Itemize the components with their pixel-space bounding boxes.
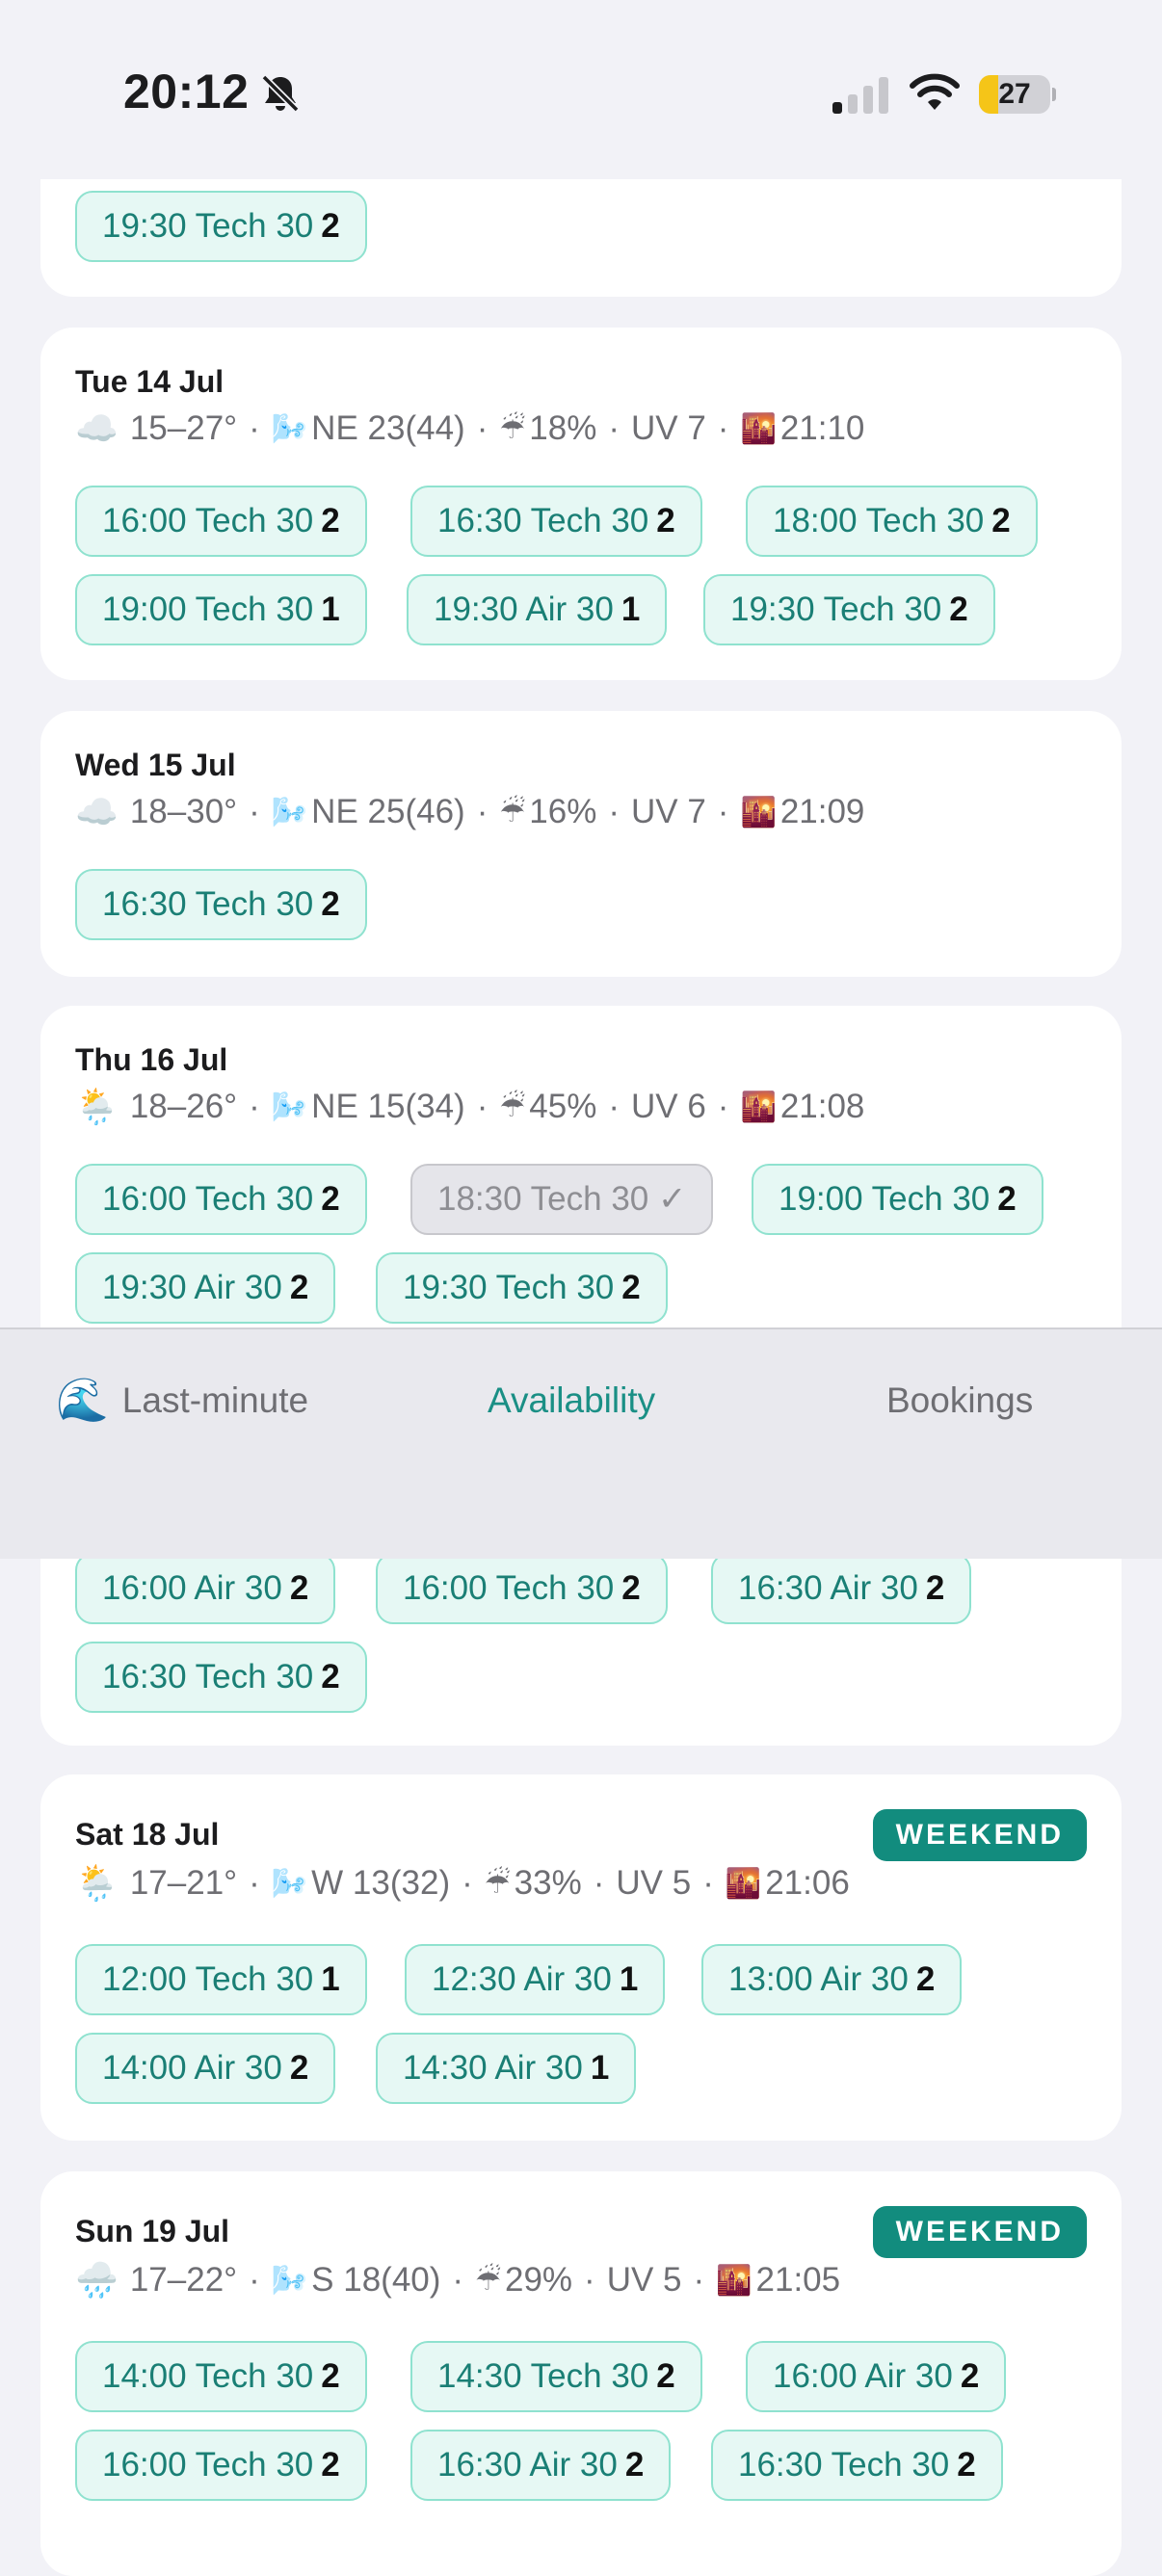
- tab-last-minute[interactable]: 🌊 Last-minute: [56, 1372, 308, 1430]
- weather-summary: 🌦️ 18–26° · 🌬️ NE 15(34) · ☔ 45% · UV 6 …: [75, 1087, 865, 1126]
- day-date: Wed 15 Jul: [75, 748, 236, 782]
- day-card: Tue 14 Jul ☁️ 15–27° · 🌬️ NE 23(44) · ☔ …: [40, 328, 1122, 680]
- tab-availability[interactable]: Availability: [488, 1372, 655, 1430]
- slot-chip[interactable]: 14:30 Tech 30 2: [410, 2341, 702, 2412]
- slot-chip[interactable]: 16:00 Air 30 2: [746, 2341, 1007, 2412]
- day-card: Sat 18 Jul WEEKEND 🌦️ 17–21° · 🌬️ W 13(3…: [40, 1774, 1122, 2141]
- slot-chip[interactable]: 19:30 Tech 30 2: [75, 191, 367, 262]
- slot-chip[interactable]: 16:00 Tech 30 2: [376, 1553, 668, 1624]
- slot-chip[interactable]: 12:00 Tech 30 1: [75, 1944, 367, 2015]
- sun-rain-cloud-icon: 🌦️: [75, 1087, 119, 1126]
- sunset-icon: 🌇: [740, 1091, 777, 1123]
- wind-icon: 🌬️: [271, 2264, 308, 2297]
- day-date: Sun 19 Jul: [75, 2214, 230, 2248]
- sunset-icon: 🌇: [740, 796, 777, 828]
- wind-icon: 🌬️: [271, 796, 308, 828]
- sunset-icon: 🌇: [725, 1867, 762, 1900]
- umbrella-icon: ☔: [499, 796, 526, 828]
- slot-chip[interactable]: 16:30 Tech 30 2: [75, 1642, 367, 1713]
- day-date: Sat 18 Jul: [75, 1817, 220, 1852]
- wifi-icon: [910, 73, 960, 110]
- sunset-icon: 🌇: [740, 412, 777, 445]
- slot-chip[interactable]: 16:00 Tech 30 2: [75, 486, 367, 557]
- bell-slash-icon: [261, 74, 300, 113]
- weather-summary: ☁️ 18–30° · 🌬️ NE 25(46) · ☔ 16% · UV 7 …: [75, 792, 865, 831]
- cloud-icon: ☁️: [75, 792, 119, 831]
- slot-chip[interactable]: 18:00 Tech 30 2: [746, 486, 1038, 557]
- slot-chip[interactable]: 19:30 Tech 30 2: [376, 1252, 668, 1324]
- booked-slot-chip[interactable]: 18:30 Tech 30 ✓: [410, 1164, 714, 1235]
- weather-summary: 🌧️ 17–22° · 🌬️ S 18(40) · ☔ 29% · UV 5 ·…: [75, 2260, 841, 2300]
- weather-summary: ☁️ 15–27° · 🌬️ NE 23(44) · ☔ 18% · UV 7 …: [75, 408, 865, 448]
- slot-chip[interactable]: 16:00 Tech 30 2: [75, 2430, 367, 2501]
- umbrella-icon: ☔: [499, 412, 526, 445]
- slot-chip[interactable]: 16:00 Air 30 2: [75, 1553, 336, 1624]
- tab-bookings[interactable]: Bookings: [886, 1372, 1033, 1430]
- slot-chip[interactable]: 13:00 Air 30 2: [701, 1944, 963, 2015]
- battery-percent: 27: [998, 78, 1031, 110]
- wind-icon: 🌬️: [271, 1867, 308, 1900]
- day-date: Thu 16 Jul: [75, 1042, 228, 1077]
- sun-rain-cloud-icon: 🌦️: [75, 1863, 119, 1903]
- day-card: Sun 19 Jul WEEKEND 🌧️ 17–22° · 🌬️ S 18(4…: [40, 2171, 1122, 2576]
- umbrella-icon: ☔: [475, 2264, 501, 2297]
- slot-chip[interactable]: 16:00 Tech 30 2: [75, 1164, 367, 1235]
- status-time: 20:12: [123, 65, 250, 118]
- slot-chip[interactable]: 16:30 Air 30 2: [410, 2430, 672, 2501]
- weather-summary: 🌦️ 17–21° · 🌬️ W 13(32) · ☔ 33% · UV 5 ·…: [75, 1863, 850, 1903]
- wind-icon: 🌬️: [271, 412, 308, 445]
- rain-cloud-icon: 🌧️: [75, 2260, 119, 2300]
- tab-bar: 🌊 Last-minute Availability Bookings: [0, 1327, 1162, 1559]
- weekend-badge: WEEKEND: [872, 2206, 1087, 2258]
- cloud-icon: ☁️: [75, 408, 119, 448]
- slot-chip[interactable]: 14:30 Air 30 1: [376, 2033, 637, 2104]
- umbrella-icon: ☔: [499, 1091, 526, 1123]
- slot-chip[interactable]: 14:00 Tech 30 2: [75, 2341, 367, 2412]
- slot-chip[interactable]: 12:30 Air 30 1: [405, 1944, 666, 2015]
- day-card: Wed 15 Jul ☁️ 18–30° · 🌬️ NE 25(46) · ☔ …: [40, 711, 1122, 977]
- status-bar: 20:12 27: [0, 0, 1162, 179]
- wave-icon: 🌊: [56, 1377, 109, 1424]
- slot-chip[interactable]: 19:30 Tech 30 2: [703, 574, 995, 645]
- cellular-signal-icon: [832, 77, 888, 114]
- slot-chip[interactable]: 19:30 Air 30 2: [75, 1252, 336, 1324]
- umbrella-icon: ☔: [484, 1867, 511, 1900]
- slot-chip[interactable]: 16:30 Tech 30 2: [410, 486, 702, 557]
- sunset-icon: 🌇: [716, 2264, 753, 2297]
- slot-chip[interactable]: 16:30 Tech 30 2: [711, 2430, 1003, 2501]
- weekend-badge: WEEKEND: [872, 1809, 1087, 1861]
- availability-list[interactable]: 19:30 Tech 30 2 Tue 14 Jul ☁️ 15–27° · 🌬️…: [0, 0, 1162, 2576]
- slot-chip[interactable]: 19:30 Air 30 1: [407, 574, 668, 645]
- slot-chip[interactable]: 19:00 Tech 30 1: [75, 574, 367, 645]
- battery-icon: 27: [979, 75, 1056, 114]
- slot-chip[interactable]: 14:00 Air 30 2: [75, 2033, 336, 2104]
- slot-chip[interactable]: 16:30 Tech 30 2: [75, 869, 367, 940]
- day-date: Tue 14 Jul: [75, 364, 224, 399]
- slot-chip[interactable]: 19:00 Tech 30 2: [752, 1164, 1043, 1235]
- wind-icon: 🌬️: [271, 1091, 308, 1123]
- slot-chip[interactable]: 16:30 Air 30 2: [711, 1553, 972, 1624]
